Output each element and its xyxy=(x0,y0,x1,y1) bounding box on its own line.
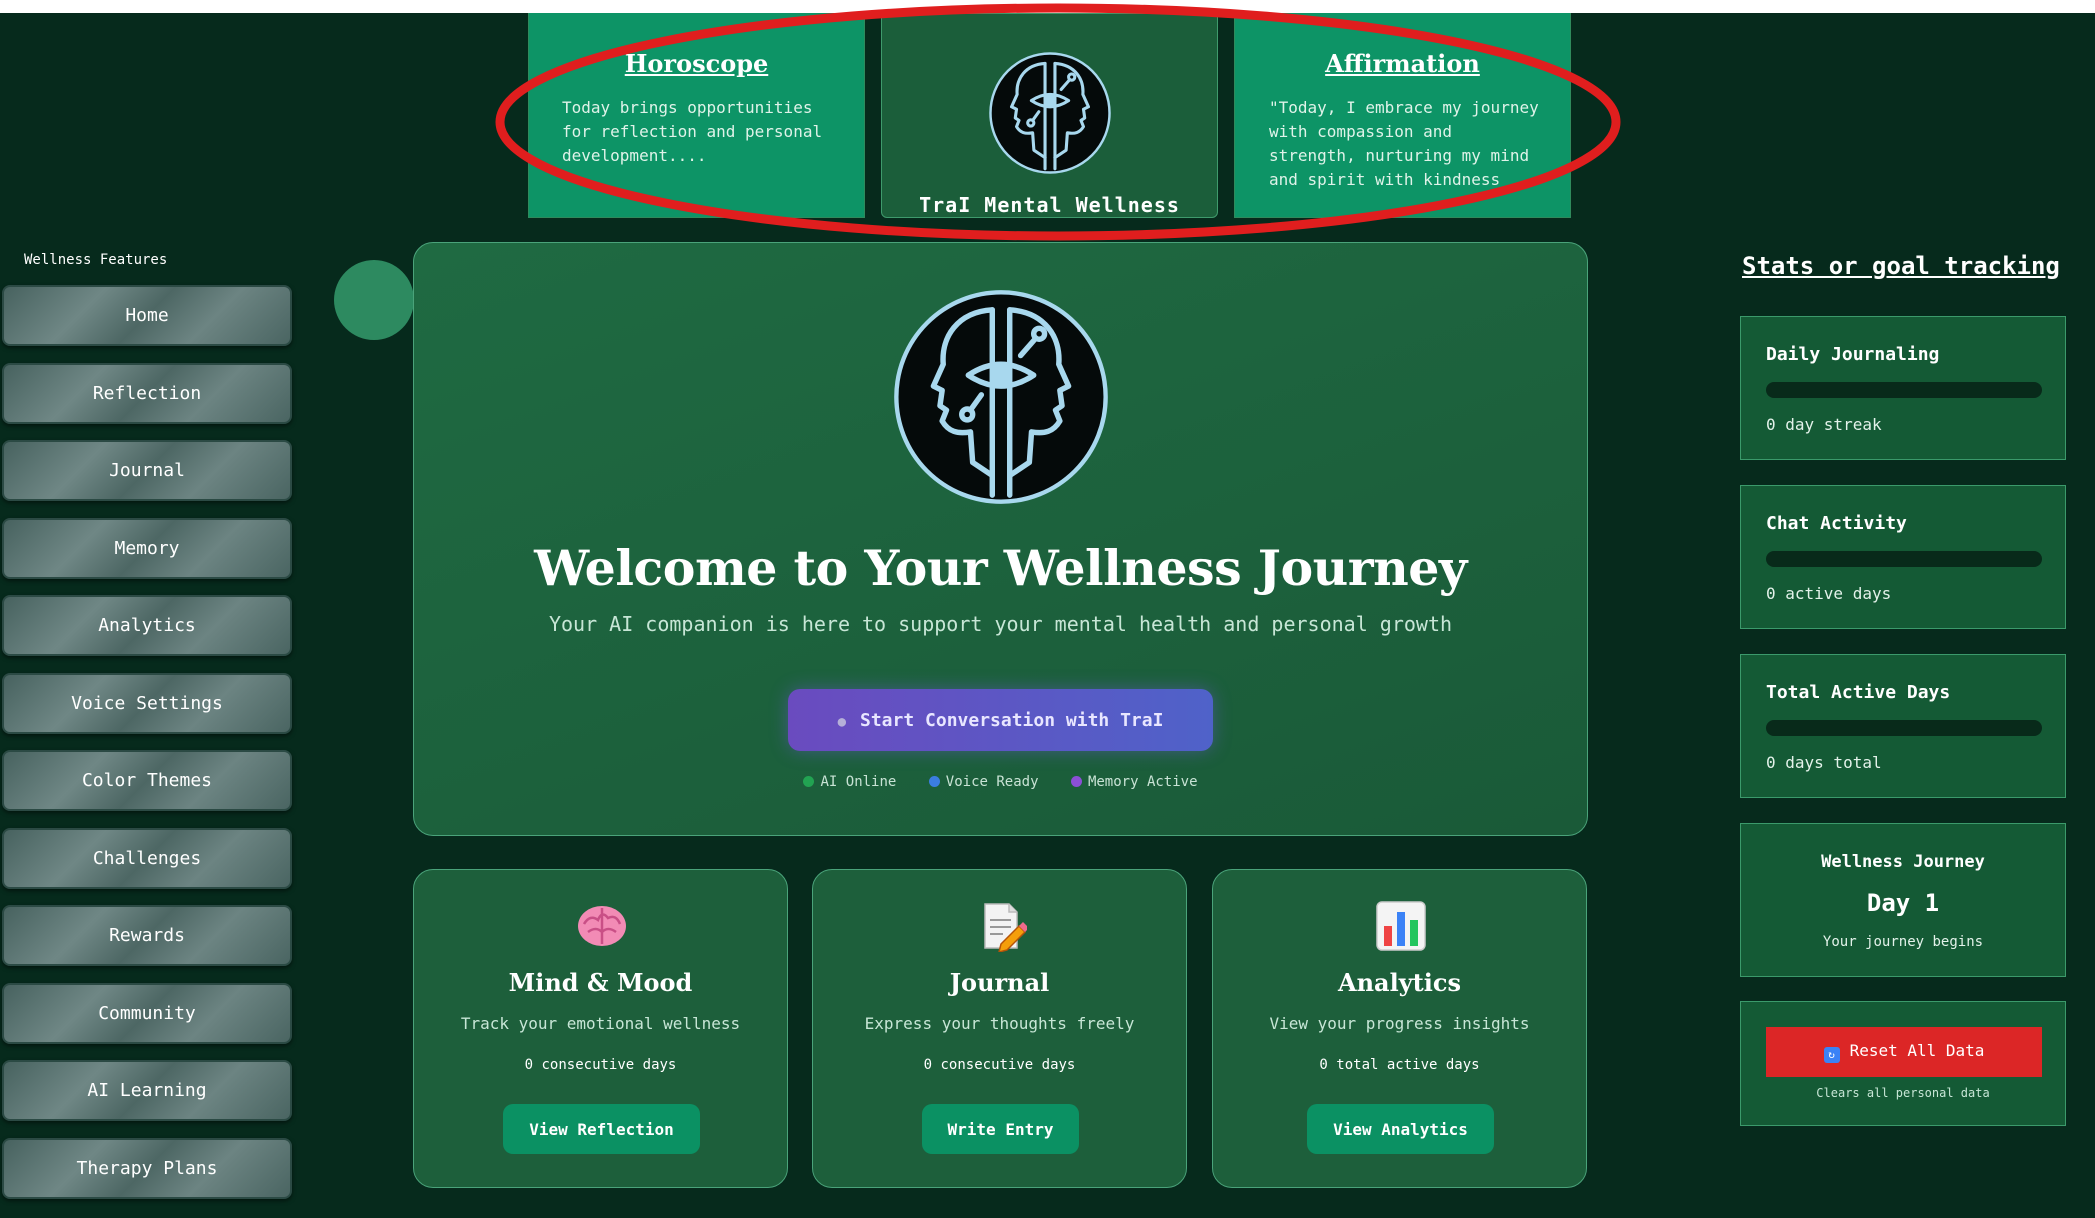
ai-online-dot xyxy=(803,776,815,787)
sidebar-nav: Home Reflection Journal Memory Analytics… xyxy=(2,285,292,1215)
welcome-heading: Welcome to Your Wellness Journey xyxy=(534,539,1467,597)
feature-stat: 0 consecutive days xyxy=(524,1057,677,1073)
sidebar-item-journal[interactable]: Journal xyxy=(2,440,292,501)
sidebar-item-color-themes[interactable]: Color Themes xyxy=(2,750,292,811)
status-ai-online: AI Online xyxy=(820,774,897,790)
feature-card-journal: Journal Express your thoughts freely 0 c… xyxy=(812,869,1187,1188)
horoscope-card[interactable]: Horoscope Today brings opportunities for… xyxy=(528,13,865,218)
start-conversation-button[interactable]: ● Start Conversation with TraI xyxy=(788,689,1213,751)
decorative-circle xyxy=(334,260,414,340)
welcome-card: Welcome to Your Wellness Journey Your AI… xyxy=(413,242,1588,836)
sidebar-item-voice-settings[interactable]: Voice Settings xyxy=(2,672,292,734)
refresh-icon: ↻ xyxy=(1823,1047,1840,1063)
journey-subtitle: Your journey begins xyxy=(1822,934,1984,950)
welcome-subtitle: Your AI companion is here to support you… xyxy=(548,612,1453,636)
wellness-journey-box: Wellness Journey Day 1 Your journey begi… xyxy=(1740,823,2066,977)
sidebar-item-therapy-plans[interactable]: Therapy Plans xyxy=(2,1137,292,1199)
stats-title: Stats or goal tracking xyxy=(1742,252,2060,280)
progress-bar xyxy=(1766,551,2042,567)
brain-icon xyxy=(578,906,626,946)
stat-value: 0 active days xyxy=(1766,584,1892,603)
horoscope-title[interactable]: Horoscope xyxy=(529,49,864,78)
feature-description: Track your emotional wellness xyxy=(460,1014,741,1033)
browser-top-strip xyxy=(0,0,2095,13)
progress-bar xyxy=(1766,382,2042,398)
bar-chart-icon xyxy=(1376,901,1426,951)
stat-title: Total Active Days xyxy=(1766,682,1951,703)
brand-card: TraI Mental Wellness xyxy=(881,13,1218,218)
status-memory-active: Memory Active xyxy=(1087,774,1198,790)
dual-face-eye-logo-icon xyxy=(894,290,1108,504)
affirmation-card[interactable]: Affirmation "Today, I embrace my journey… xyxy=(1234,13,1571,218)
sidebar-item-community[interactable]: Community xyxy=(2,982,292,1044)
feature-stat: 0 total active days xyxy=(1319,1057,1480,1073)
feature-stat: 0 consecutive days xyxy=(923,1057,1076,1073)
feature-description: Express your thoughts freely xyxy=(864,1014,1135,1033)
sidebar-item-ai-learning[interactable]: AI Learning xyxy=(2,1060,292,1121)
memory-active-dot xyxy=(1070,776,1082,787)
progress-bar xyxy=(1766,720,2042,736)
reset-all-data-button[interactable]: ↻ Reset All Data xyxy=(1766,1027,2042,1077)
feature-title: Journal xyxy=(949,968,1050,997)
sidebar-item-home[interactable]: Home xyxy=(2,285,292,346)
view-analytics-button[interactable]: View Analytics xyxy=(1307,1104,1494,1154)
journey-day: Day 1 xyxy=(1866,889,1940,917)
feature-card-mind-mood: Mind & Mood Track your emotional wellnes… xyxy=(413,869,788,1188)
dual-face-eye-logo-icon xyxy=(989,52,1111,174)
journey-title: Wellness Journey xyxy=(1821,852,1985,872)
write-entry-button[interactable]: Write Entry xyxy=(922,1104,1079,1154)
brand-name: TraI Mental Wellness xyxy=(919,193,1180,217)
reset-button-label: Reset All Data xyxy=(1849,1041,1985,1060)
stat-title: Chat Activity xyxy=(1766,513,1907,534)
affirmation-title[interactable]: Affirmation xyxy=(1235,49,1570,78)
view-reflection-button[interactable]: View Reflection xyxy=(503,1104,700,1154)
sidebar-item-memory[interactable]: Memory xyxy=(2,517,292,579)
stat-box-total-active-days: Total Active Days 0 days total xyxy=(1740,654,2066,798)
voice-ready-dot xyxy=(928,776,940,787)
reset-note: Clears all personal data xyxy=(1816,1086,1990,1100)
stat-box-daily-journaling: Daily Journaling 0 day streak xyxy=(1740,316,2066,460)
status-indicators: AI Online Voice Ready Memory Active xyxy=(414,774,1587,790)
status-voice-ready: Voice Ready xyxy=(945,774,1039,790)
affirmation-text: "Today, I embrace my journey with compas… xyxy=(1269,98,1539,189)
memo-pencil-icon xyxy=(984,903,1027,952)
stat-box-chat-activity: Chat Activity 0 active days xyxy=(1740,485,2066,629)
reset-data-box: ↻ Reset All Data Clears all personal data xyxy=(1740,1001,2066,1126)
feature-title: Analytics xyxy=(1337,968,1461,997)
feature-card-analytics: Analytics View your progress insights 0 … xyxy=(1212,869,1587,1188)
sidebar-item-rewards[interactable]: Rewards xyxy=(2,905,292,966)
sidebar-title: Wellness Features xyxy=(24,252,168,268)
stat-value: 0 day streak xyxy=(1766,415,1882,434)
horoscope-text: Today brings opportunities for reflectio… xyxy=(562,98,823,165)
feature-description: View your progress insights xyxy=(1269,1014,1530,1033)
speech-bubble-icon: ● xyxy=(837,713,846,730)
stat-title: Daily Journaling xyxy=(1766,344,1940,365)
sidebar-item-reflection[interactable]: Reflection xyxy=(2,362,292,424)
start-conversation-label: Start Conversation with TraI xyxy=(860,709,1164,731)
feature-title: Mind & Mood xyxy=(508,968,693,997)
sidebar-item-analytics[interactable]: Analytics xyxy=(2,595,292,656)
stat-value: 0 days total xyxy=(1766,753,1882,772)
sidebar-item-challenges[interactable]: Challenges xyxy=(2,827,292,889)
